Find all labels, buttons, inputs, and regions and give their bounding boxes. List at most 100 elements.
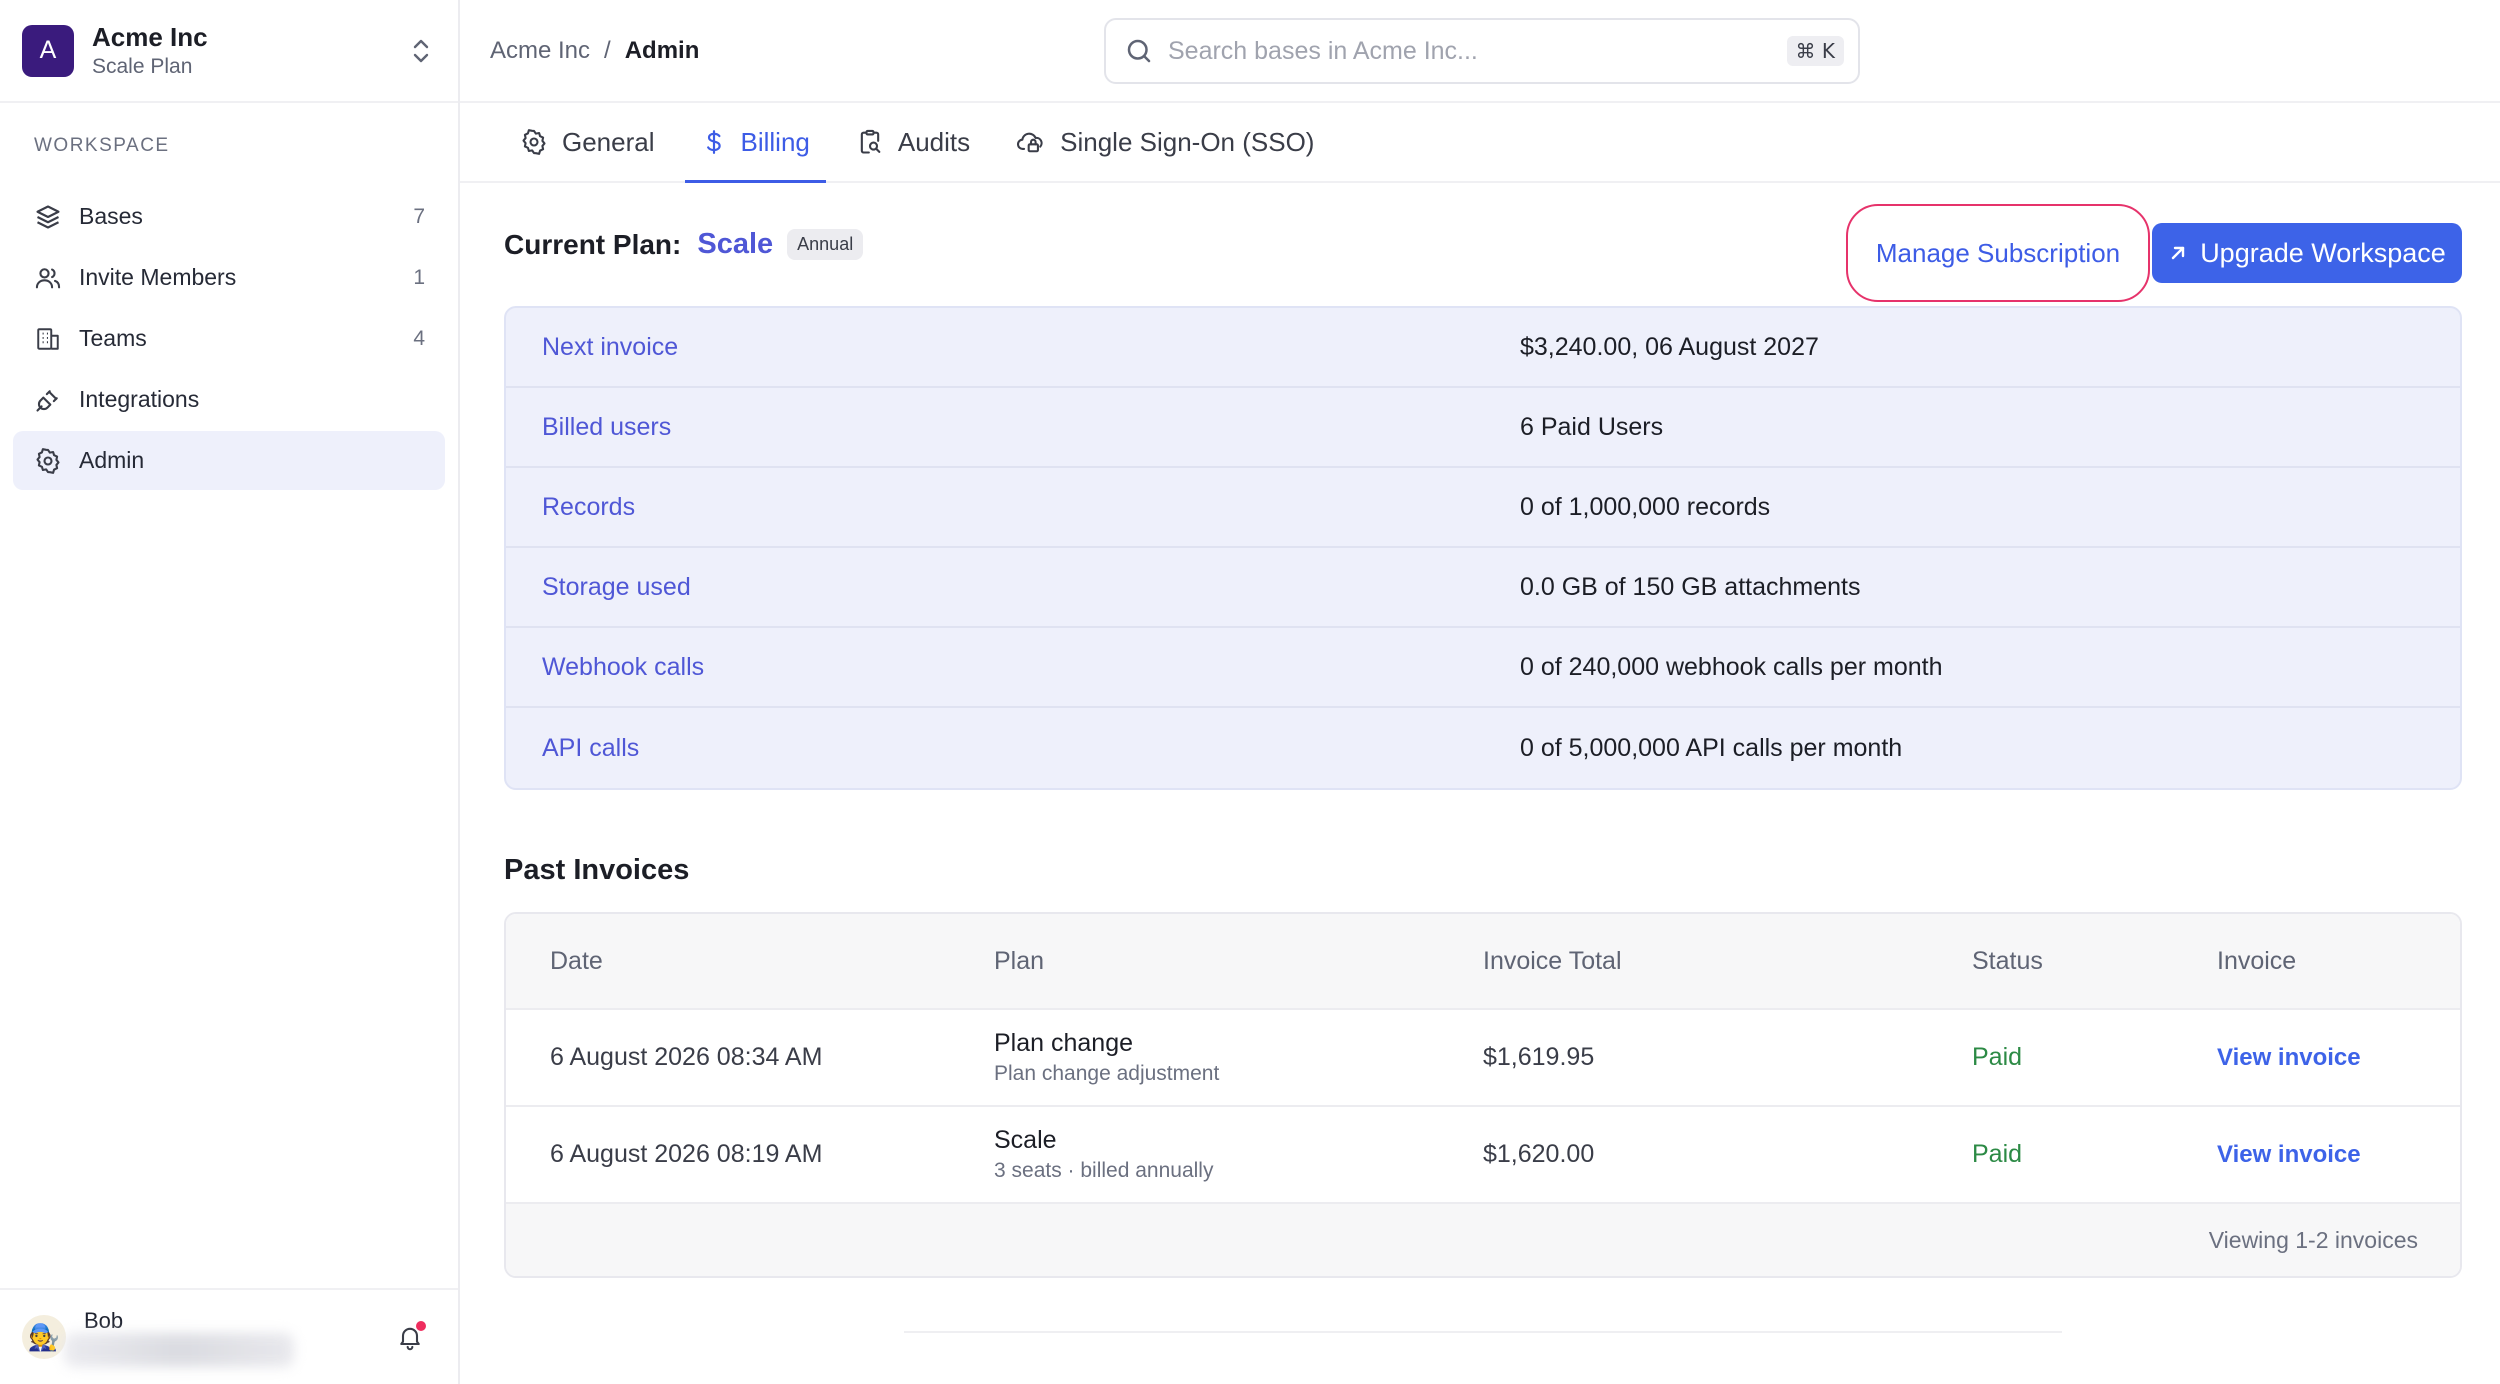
chevron-up-down-icon bbox=[413, 39, 429, 62]
sidebar-item-invite-members[interactable]: Invite Members 1 bbox=[13, 248, 445, 307]
manage-subscription-button[interactable]: Manage Subscription bbox=[1846, 204, 2150, 302]
detail-row: API calls 0 of 5,000,000 API calls per m… bbox=[506, 708, 2460, 788]
invoices-table: Date Plan Invoice Total Status Invoice 6… bbox=[504, 912, 2462, 1278]
tab-audits[interactable]: Audits bbox=[840, 103, 986, 181]
table-row: 6 August 2026 08:34 AM Plan change Plan … bbox=[506, 1010, 2460, 1107]
past-invoices-title: Past Invoices bbox=[504, 854, 690, 886]
workspace-avatar: A bbox=[22, 24, 74, 77]
tab-label: Audits bbox=[897, 126, 971, 157]
invoice-total: $1,620.00 bbox=[1483, 1140, 1595, 1168]
invoice-plan-detail: 3 seats · billed annually bbox=[994, 1159, 1214, 1182]
gear-icon bbox=[522, 129, 546, 155]
search-icon bbox=[1127, 39, 1151, 63]
sidebar-item-teams[interactable]: Teams 4 bbox=[13, 309, 445, 368]
workspace-plan: Scale Plan bbox=[92, 54, 193, 78]
billing-cycle-badge: Annual bbox=[787, 229, 864, 260]
status-badge: Paid bbox=[1972, 1043, 2023, 1071]
detail-value: 0 of 5,000,000 API calls per month bbox=[1520, 733, 1903, 762]
detail-row: Storage used 0.0 GB of 150 GB attachment… bbox=[506, 548, 2460, 628]
avatar: 🧑‍🔧 bbox=[22, 1315, 66, 1359]
column-header-date: Date bbox=[550, 946, 603, 975]
sidebar-item-label: Invite Members bbox=[79, 264, 237, 290]
breadcrumb-separator: / bbox=[604, 36, 611, 64]
invoice-date: 6 August 2026 08:34 AM bbox=[550, 1043, 823, 1071]
search-input[interactable] bbox=[1168, 36, 1787, 66]
detail-label: Billed users bbox=[542, 412, 672, 441]
detail-value: 0.0 GB of 150 GB attachments bbox=[1520, 572, 1861, 601]
tab-sso[interactable]: Single Sign-On (SSO) bbox=[1000, 103, 1330, 181]
sidebar-nav: Bases 7 Invite Members 1 Teams 4 Integra… bbox=[0, 187, 458, 490]
detail-row: Next invoice $3,240.00, 06 August 2027 bbox=[506, 308, 2460, 388]
detail-label: Records bbox=[542, 492, 636, 521]
clipboard-search-icon bbox=[860, 129, 881, 154]
column-header-plan: Plan bbox=[994, 946, 1045, 975]
user-menu[interactable]: 🧑‍🔧 Bob bbox=[0, 1288, 458, 1384]
breadcrumb-root[interactable]: Acme Inc bbox=[490, 37, 590, 65]
sidebar-item-label: Admin bbox=[79, 447, 145, 473]
detail-label: Storage used bbox=[542, 572, 691, 601]
table-header: Date Plan Invoice Total Status Invoice bbox=[506, 914, 2460, 1010]
main-content: Acme Inc / Admin ⌘ K General Billing Au bbox=[460, 0, 2500, 1384]
column-header-invoice: Invoice bbox=[2217, 946, 2297, 975]
invoice-date: 6 August 2026 08:19 AM bbox=[550, 1140, 823, 1168]
upgrade-label: Upgrade Workspace bbox=[2200, 237, 2446, 268]
detail-value: 6 Paid Users bbox=[1520, 412, 1664, 441]
table-row: 6 August 2026 08:19 AM Scale 3 seats · b… bbox=[506, 1107, 2460, 1204]
divider bbox=[904, 1331, 2062, 1333]
tab-label: Billing bbox=[740, 126, 810, 157]
sidebar-item-count: 7 bbox=[413, 204, 425, 228]
building-icon bbox=[33, 324, 63, 354]
view-invoice-link[interactable]: View invoice bbox=[2217, 1141, 2361, 1168]
sidebar-item-label: Bases bbox=[79, 203, 143, 229]
gear-icon bbox=[33, 446, 63, 476]
detail-row: Records 0 of 1,000,000 records bbox=[506, 468, 2460, 548]
sidebar-item-count: 1 bbox=[413, 265, 425, 289]
sidebar-item-label: Teams bbox=[79, 325, 147, 351]
column-header-total: Invoice Total bbox=[1483, 946, 1622, 975]
search-box[interactable]: ⌘ K bbox=[1104, 18, 1860, 84]
sidebar-item-count: 4 bbox=[413, 326, 425, 350]
breadcrumb-current: Admin bbox=[624, 36, 700, 64]
detail-row: Webhook calls 0 of 240,000 webhook calls… bbox=[506, 628, 2460, 708]
detail-value: 0 of 240,000 webhook calls per month bbox=[1520, 652, 1943, 681]
table-footer: Viewing 1-2 invoices bbox=[506, 1204, 2460, 1276]
plan-header: Current Plan: Scale Annual Manage Subscr… bbox=[504, 183, 2462, 306]
nav-section-label: WORKSPACE bbox=[34, 135, 170, 156]
invoice-plan: Scale bbox=[994, 1126, 1057, 1154]
sidebar-item-admin[interactable]: Admin bbox=[13, 431, 445, 490]
tab-billing[interactable]: Billing bbox=[684, 103, 827, 183]
dollar-icon bbox=[706, 130, 721, 154]
upgrade-workspace-button[interactable]: Upgrade Workspace bbox=[2152, 223, 2462, 283]
sidebar-item-integrations[interactable]: Integrations bbox=[13, 370, 445, 429]
user-name: Bob bbox=[84, 1308, 124, 1333]
detail-row: Billed users 6 Paid Users bbox=[506, 388, 2460, 468]
column-header-status: Status bbox=[1972, 946, 2043, 975]
breadcrumb: Acme Inc / Admin bbox=[490, 37, 699, 65]
notifications-button[interactable] bbox=[390, 1317, 430, 1357]
tab-general[interactable]: General bbox=[504, 103, 671, 181]
detail-value: 0 of 1,000,000 records bbox=[1520, 492, 1771, 521]
view-invoice-link[interactable]: View invoice bbox=[2217, 1044, 2361, 1071]
workspace-switcher[interactable]: A Acme Inc Scale Plan bbox=[0, 0, 458, 103]
keyboard-shortcut: ⌘ K bbox=[1786, 36, 1844, 66]
notification-dot bbox=[416, 1321, 426, 1331]
users-icon bbox=[33, 263, 63, 293]
sidebar-item-bases[interactable]: Bases 7 bbox=[13, 187, 445, 246]
sidebar-item-label: Integrations bbox=[79, 386, 200, 412]
tab-label: Single Sign-On (SSO) bbox=[1060, 126, 1315, 157]
plan-title: Current Plan: bbox=[504, 228, 682, 260]
plug-icon bbox=[33, 385, 63, 415]
workspace-name: Acme Inc bbox=[92, 21, 208, 52]
detail-label: Next invoice bbox=[542, 332, 679, 361]
top-bar: Acme Inc / Admin ⌘ K bbox=[460, 0, 2500, 103]
sidebar: A Acme Inc Scale Plan WORKSPACE Bases 7 bbox=[0, 0, 460, 1384]
plan-details: Next invoice $3,240.00, 06 August 2027 B… bbox=[504, 306, 2462, 790]
settings-tabs: General Billing Audits Single Sign-On (S… bbox=[460, 103, 2500, 183]
detail-value: $3,240.00, 06 August 2027 bbox=[1520, 332, 1819, 361]
redacted-email bbox=[64, 1333, 294, 1367]
detail-label: API calls bbox=[542, 733, 640, 762]
arrow-up-right-icon bbox=[2171, 246, 2185, 260]
invoice-plan: Plan change bbox=[994, 1029, 1134, 1057]
invoice-total: $1,619.95 bbox=[1483, 1043, 1595, 1071]
plan-name: Scale bbox=[697, 228, 774, 260]
